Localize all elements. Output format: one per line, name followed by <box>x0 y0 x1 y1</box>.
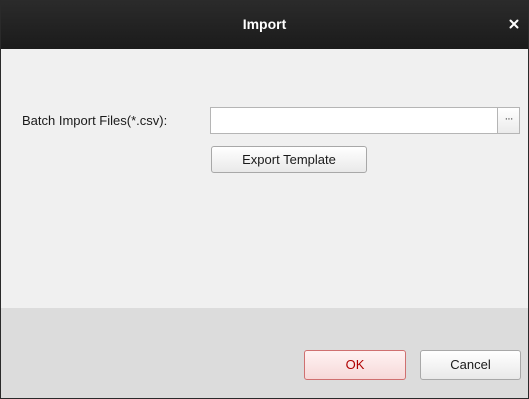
batch-import-file-input[interactable] <box>210 107 498 134</box>
browse-button[interactable]: ··· <box>497 107 520 134</box>
export-template-button[interactable]: Export Template <box>211 146 367 173</box>
cancel-button[interactable]: Cancel <box>420 350 521 380</box>
ok-button[interactable]: OK <box>304 350 406 380</box>
dialog-title: Import <box>242 16 287 32</box>
dialog-content <box>1 49 528 308</box>
title-bar: Import <box>1 0 528 49</box>
close-icon[interactable] <box>506 16 522 32</box>
batch-import-label: Batch Import Files(*.csv): <box>22 113 168 128</box>
import-dialog: Import Batch Import Files(*.csv): ··· Ex… <box>0 0 529 399</box>
